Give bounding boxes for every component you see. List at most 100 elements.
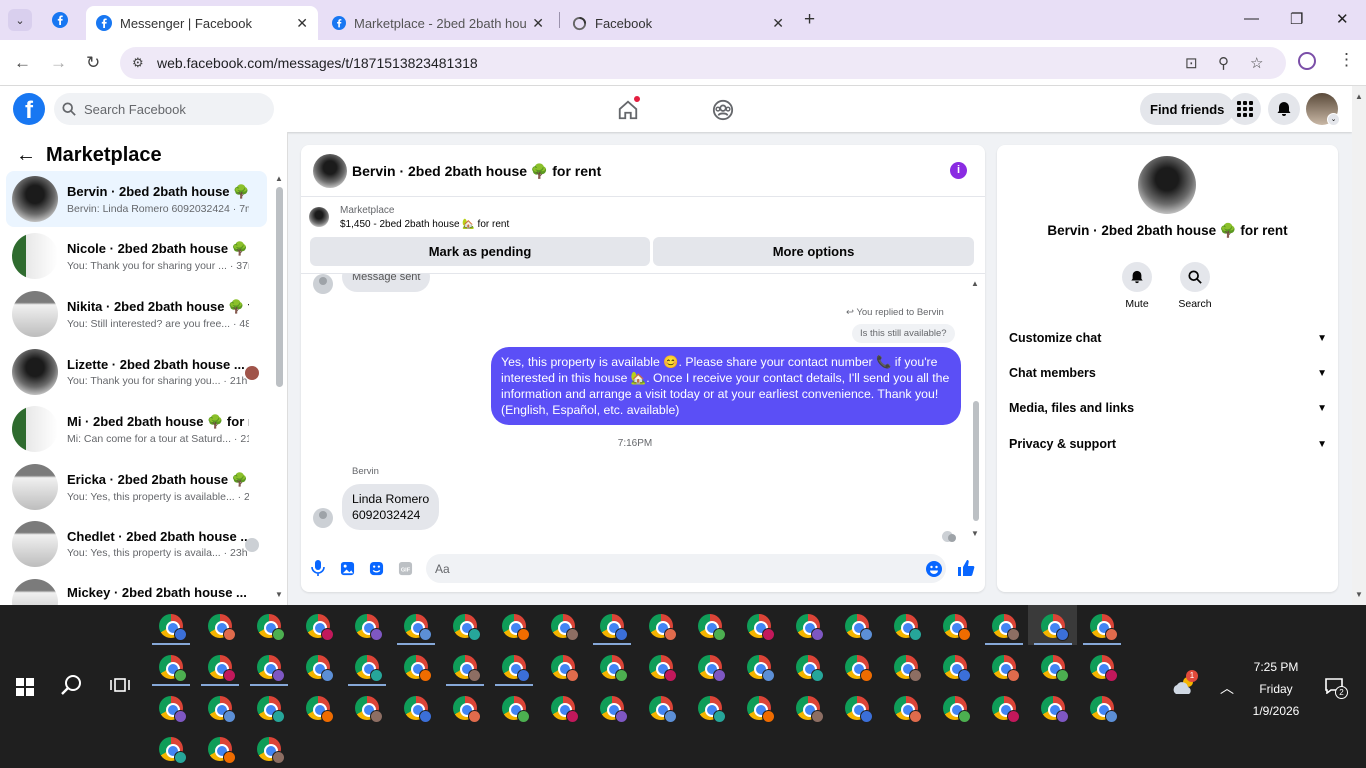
task-view-icon[interactable] (110, 676, 130, 697)
chrome-window-icon[interactable] (698, 614, 726, 641)
privacy-support-section[interactable]: Privacy & support ▼ (1009, 434, 1327, 454)
chrome-window-icon[interactable] (698, 655, 726, 682)
chat-avatar[interactable] (313, 154, 347, 188)
sticker-icon[interactable] (368, 560, 384, 576)
tab-close-icon[interactable]: ✕ (532, 15, 544, 32)
chrome-window-icon[interactable] (355, 614, 383, 641)
scroll-up-icon[interactable]: ▲ (1355, 92, 1363, 101)
chrome-window-icon[interactable] (159, 737, 187, 764)
chrome-window-icon[interactable] (257, 614, 285, 641)
tab-marketplace[interactable]: Marketplace - 2bed 2bath hous ✕ (322, 6, 554, 40)
conversation-item[interactable]: Nicole · 2bed 2bath house 🌳 f... You: Tha… (6, 228, 267, 284)
chrome-window-icon[interactable] (208, 614, 236, 641)
photo-icon[interactable] (339, 560, 355, 576)
chrome-window-icon[interactable] (355, 696, 383, 723)
chrome-window-icon[interactable] (1041, 696, 1069, 723)
chrome-window-icon[interactable] (649, 696, 677, 723)
conversation-item[interactable]: Mickey · 2bed 2bath house ... (6, 574, 267, 606)
chrome-window-icon[interactable] (992, 614, 1020, 641)
notification-center-icon[interactable]: 2 (1325, 678, 1348, 699)
more-options-button[interactable]: More options (653, 237, 974, 266)
chrome-window-icon[interactable] (600, 614, 628, 641)
find-friends-button[interactable]: Find friends (1140, 93, 1235, 125)
tab-close-icon[interactable]: ✕ (296, 15, 308, 32)
chat-profile-avatar[interactable] (1138, 156, 1196, 214)
chrome-window-icon[interactable] (404, 655, 432, 682)
chrome-window-icon[interactable] (502, 655, 530, 682)
groups-icon[interactable] (712, 99, 734, 124)
chrome-window-icon[interactable] (551, 655, 579, 682)
gif-icon[interactable]: GIF (397, 560, 413, 576)
conversation-item[interactable]: Nikita · 2bed 2bath house 🌳 fo... You: St… (6, 286, 267, 342)
notifications-bell-icon[interactable] (1268, 93, 1300, 125)
chrome-window-icon[interactable] (551, 614, 579, 641)
chrome-window-icon[interactable] (943, 655, 971, 682)
info-icon[interactable]: i (950, 162, 967, 179)
chrome-window-icon[interactable] (649, 614, 677, 641)
chrome-window-icon[interactable] (845, 696, 873, 723)
scrollbar-thumb[interactable] (973, 401, 979, 521)
search-facebook-input[interactable]: Search Facebook (54, 93, 274, 125)
scroll-down-icon[interactable]: ▼ (275, 590, 283, 599)
chat-list-scrollbar[interactable]: ▲ ▼ (274, 172, 284, 602)
close-window-icon[interactable]: ✕ (1336, 10, 1349, 28)
chrome-window-icon[interactable] (1090, 614, 1118, 641)
chrome-window-icon[interactable] (257, 737, 285, 764)
site-info-icon[interactable]: ⚙ (132, 55, 144, 71)
minimize-icon[interactable]: — (1244, 10, 1259, 27)
pinned-facebook-tab-icon[interactable] (52, 12, 68, 31)
chrome-window-icon[interactable] (306, 614, 334, 641)
chrome-window-icon[interactable] (747, 614, 775, 641)
chrome-window-icon[interactable] (159, 696, 187, 723)
chrome-window-icon[interactable] (894, 696, 922, 723)
conversation-item[interactable]: Ericka · 2bed 2bath house 🌳 fo... You: Ye… (6, 459, 267, 515)
page-scrollbar[interactable]: ▲ ▼ (1352, 86, 1366, 605)
scrollbar-thumb[interactable] (276, 187, 283, 387)
chat-members-section[interactable]: Chat members ▼ (1009, 363, 1327, 383)
conversation-item[interactable]: Mi · 2bed 2bath house 🌳 for re... Mi: Can… (6, 401, 267, 457)
quoted-message[interactable]: Is this still available? (852, 324, 955, 343)
chrome-window-icon[interactable] (845, 655, 873, 682)
scroll-down-icon[interactable]: ▼ (971, 529, 979, 538)
system-clock[interactable]: 7:25 PM Friday 1/9/2026 (1240, 656, 1312, 722)
account-chevron-icon[interactable]: ⌄ (1327, 113, 1340, 126)
emoji-icon[interactable] (926, 561, 942, 577)
forward-icon[interactable]: → (50, 53, 67, 73)
browser-profile-icon[interactable] (1298, 52, 1316, 70)
media-files-links-section[interactable]: Media, files and links ▼ (1009, 398, 1327, 418)
chrome-window-icon[interactable] (306, 696, 334, 723)
chrome-window-icon[interactable] (306, 655, 334, 682)
chrome-window-icon[interactable] (453, 655, 481, 682)
conversation-item[interactable]: Bervin · 2bed 2bath house 🌳 f... Bervin: … (6, 171, 267, 227)
microphone-icon[interactable] (310, 560, 326, 576)
chrome-window-icon[interactable] (845, 614, 873, 641)
chrome-window-icon[interactable] (453, 696, 481, 723)
taskbar-search-icon[interactable] (60, 674, 82, 699)
chrome-window-icon[interactable] (992, 655, 1020, 682)
chrome-window-icon[interactable] (208, 696, 236, 723)
chrome-window-icon[interactable] (747, 696, 775, 723)
search-in-chat-button[interactable]: Search (1165, 262, 1225, 310)
chrome-window-icon[interactable] (796, 655, 824, 682)
chrome-window-icon[interactable] (747, 655, 775, 682)
facebook-logo-icon[interactable]: f (13, 93, 45, 125)
chrome-window-icon[interactable] (404, 696, 432, 723)
customize-chat-section[interactable]: Customize chat ▼ (1009, 328, 1327, 348)
weather-icon[interactable]: 1 (1172, 670, 1198, 696)
chrome-window-icon[interactable] (404, 614, 432, 641)
scroll-up-icon[interactable]: ▲ (971, 279, 979, 288)
chrome-window-icon[interactable] (649, 655, 677, 682)
chrome-window-icon[interactable] (257, 655, 285, 682)
conversation-item[interactable]: Chedlet · 2bed 2bath house ... You: Yes, … (6, 516, 267, 572)
install-app-icon[interactable]: ⊡ (1185, 54, 1198, 72)
chrome-window-icon[interactable] (894, 655, 922, 682)
chrome-window-icon[interactable] (502, 614, 530, 641)
chrome-window-icon[interactable] (943, 696, 971, 723)
message-input[interactable]: Aa (426, 554, 946, 583)
chrome-window-icon[interactable] (698, 696, 726, 723)
chrome-window-icon[interactable] (796, 696, 824, 723)
chrome-window-icon[interactable] (992, 696, 1020, 723)
address-bar[interactable]: ⚙ web.facebook.com/messages/t/1871513823… (120, 47, 1286, 79)
bookmark-star-icon[interactable]: ☆ (1250, 54, 1263, 72)
thumbs-up-icon[interactable] (957, 559, 975, 577)
